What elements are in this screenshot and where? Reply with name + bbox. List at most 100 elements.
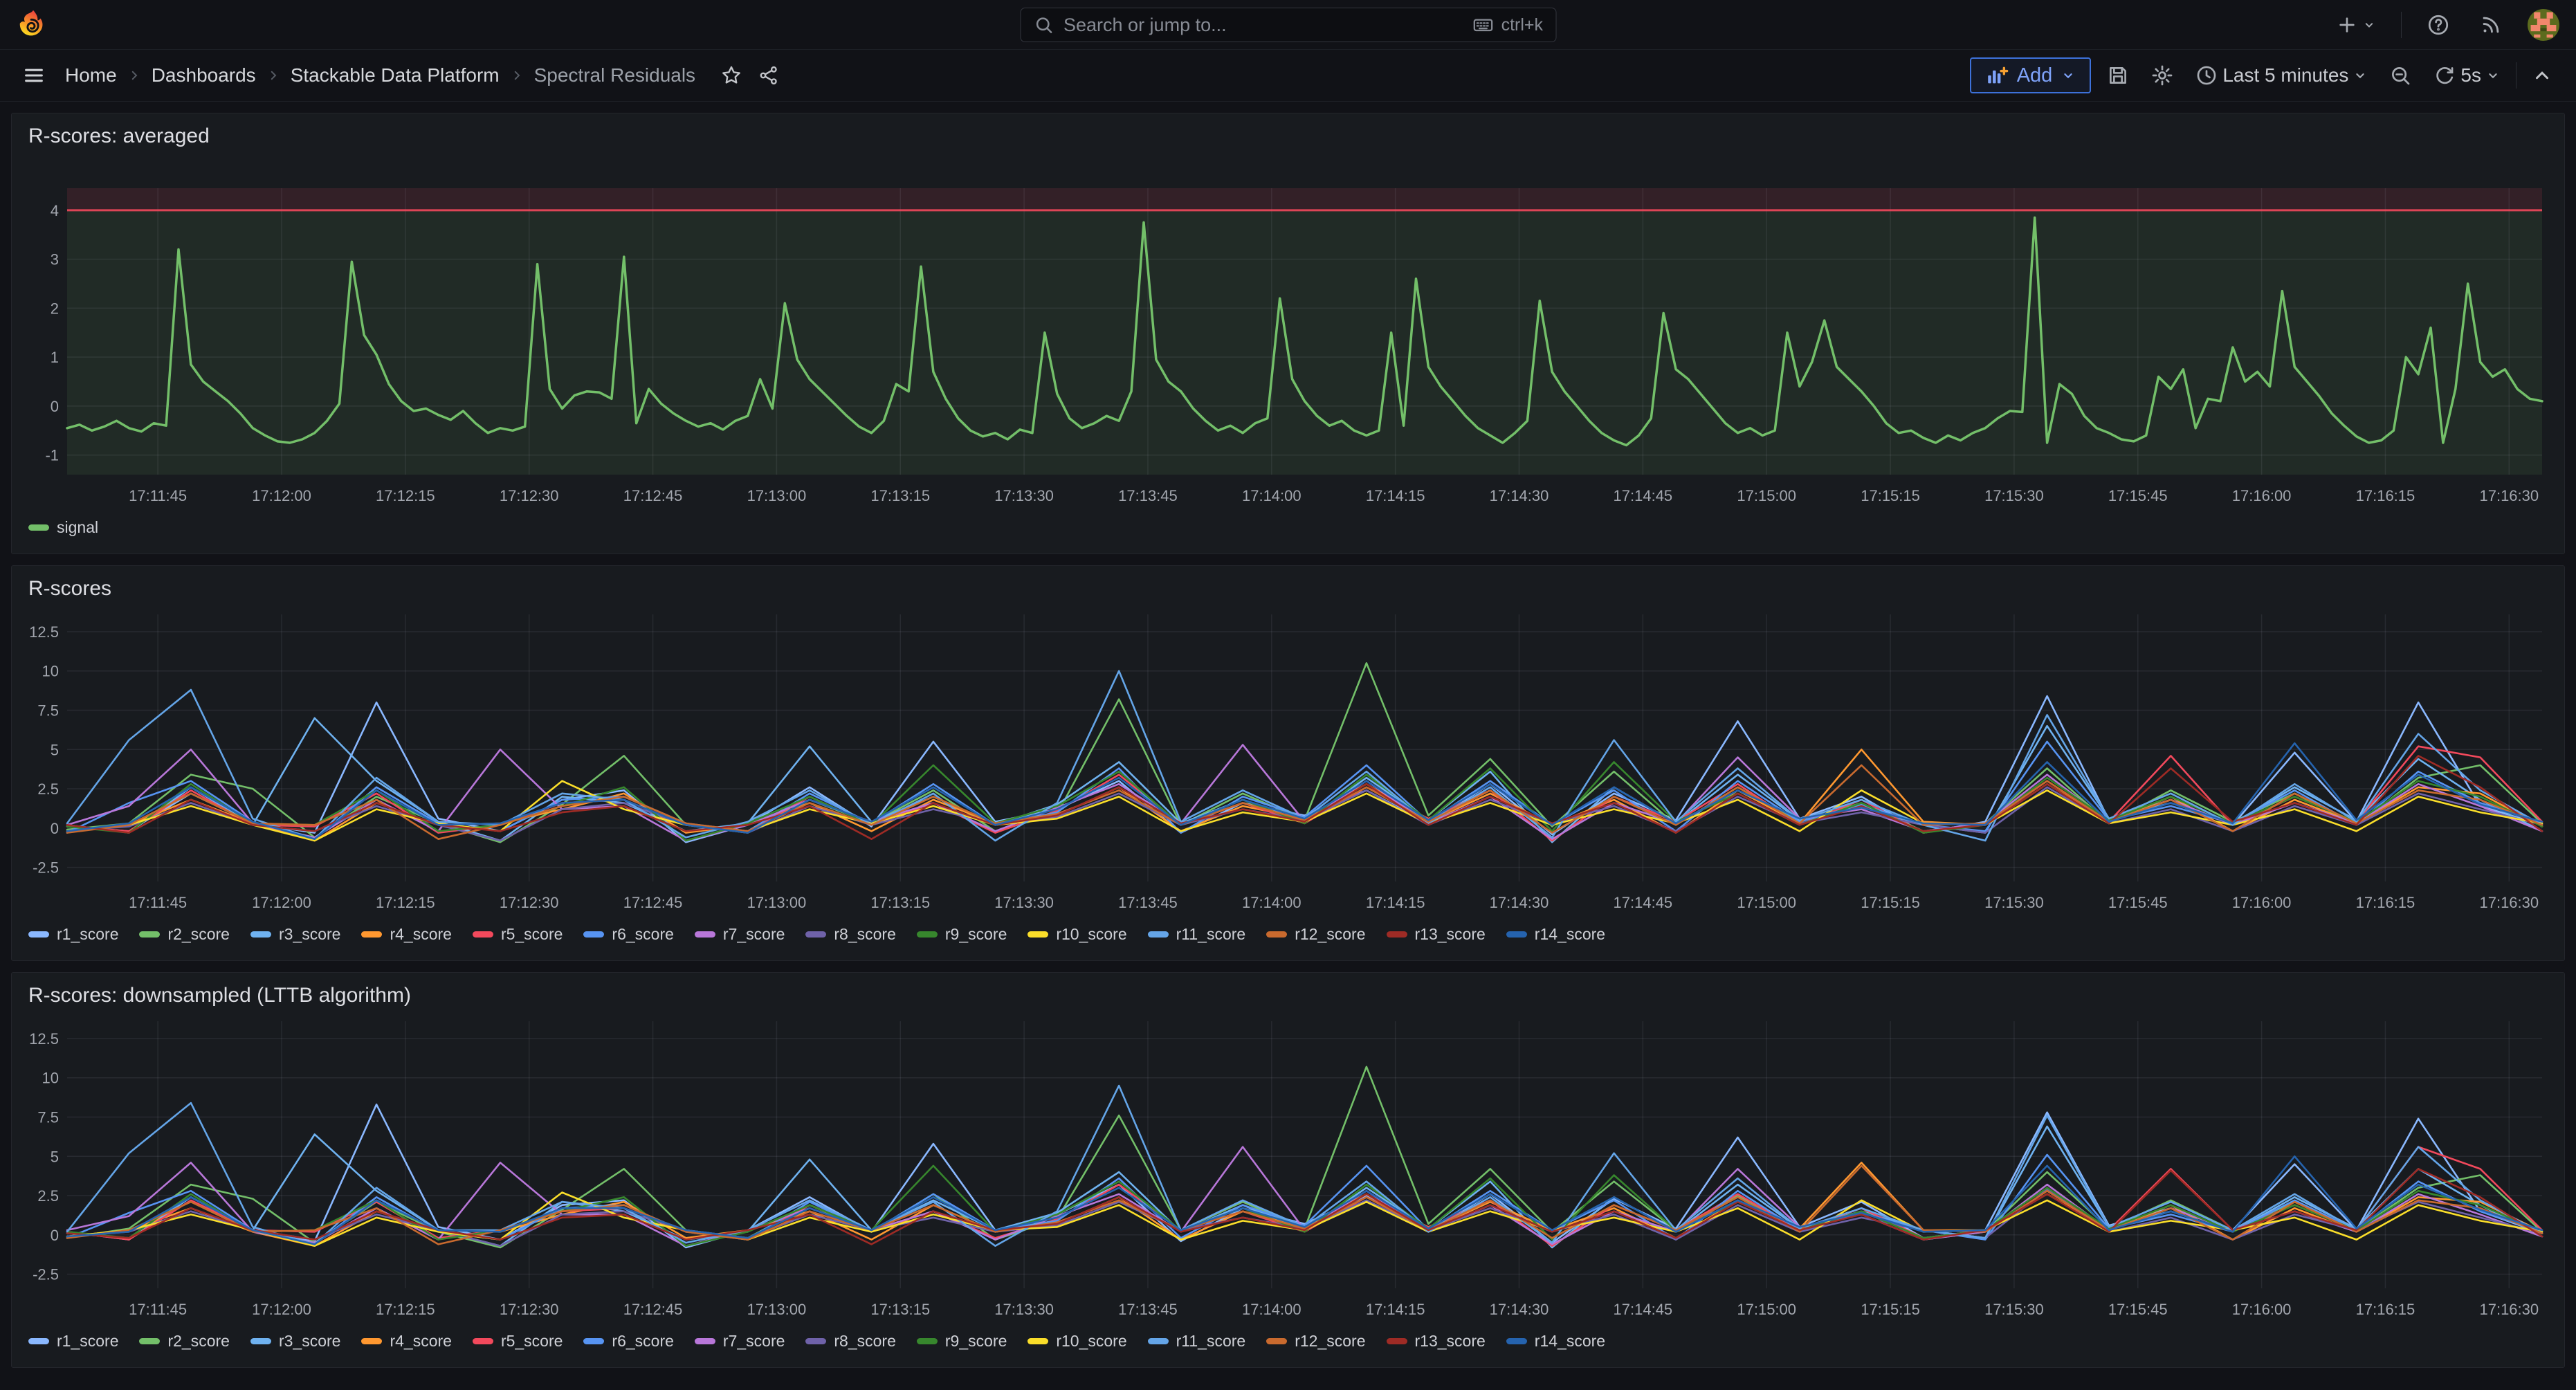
collapse-toolbar-button[interactable] [2526,60,2558,91]
svg-text:17:15:00: 17:15:00 [1737,894,1796,911]
svg-text:17:16:15: 17:16:15 [2356,1301,2415,1318]
legend-label: r5_score [501,925,563,944]
timeseries-chart-averaged[interactable]: 17:11:4517:12:0017:12:1517:12:3017:12:45… [23,152,2553,512]
svg-text:17:14:45: 17:14:45 [1614,487,1673,504]
timeseries-chart-rscores[interactable]: 17:11:4517:12:0017:12:1517:12:3017:12:45… [23,605,2553,919]
legend-item-r12_score[interactable]: r12_score [1266,925,1365,944]
svg-text:17:13:15: 17:13:15 [870,894,930,911]
legend-color-pill [583,1338,604,1344]
legend-item-r8_score[interactable]: r8_score [805,925,895,944]
svg-text:17:12:45: 17:12:45 [623,894,683,911]
breadcrumb-home[interactable]: Home [65,64,117,86]
legend-item-r11_score[interactable]: r11_score [1148,1332,1246,1351]
legend-item-r14_score[interactable]: r14_score [1506,925,1605,944]
star-icon [720,64,742,86]
share-button[interactable] [753,60,784,91]
dashboard-settings-button[interactable] [2145,58,2180,93]
grafana-logo-icon[interactable] [17,9,48,41]
legend-item-r6_score[interactable]: r6_score [583,925,673,944]
legend-item-r2_score[interactable]: r2_score [139,925,229,944]
legend-item-r9_score[interactable]: r9_score [917,1332,1007,1351]
svg-text:10: 10 [42,1070,59,1087]
help-button[interactable] [2422,9,2454,41]
panel-title[interactable]: R-scores: downsampled (LTTB algorithm) [23,984,2553,1012]
svg-text:17:16:15: 17:16:15 [2356,894,2415,911]
news-button[interactable] [2475,9,2507,41]
timeseries-chart-downsampled[interactable]: 17:11:4517:12:0017:12:1517:12:3017:12:45… [23,1012,2553,1326]
svg-text:17:13:30: 17:13:30 [994,894,1054,911]
panel-title[interactable]: R-scores [23,577,2553,605]
legend-label: r1_score [57,925,118,944]
legend-item-r7_score[interactable]: r7_score [695,1332,785,1351]
legend-item-r3_score[interactable]: r3_score [250,925,340,944]
svg-text:17:14:15: 17:14:15 [1366,894,1425,911]
time-range-picker[interactable]: Last 5 minutes [2189,58,2373,93]
topbar-right-actions [2332,9,2559,41]
mega-menu-button[interactable] [18,60,50,91]
breadcrumb: Home Dashboards Stackable Data Platform … [65,60,784,91]
legend-item-r12_score[interactable]: r12_score [1266,1332,1365,1351]
legend-color-pill [1266,931,1287,938]
svg-text:17:14:30: 17:14:30 [1490,894,1549,911]
svg-text:0: 0 [51,1227,59,1244]
profile-avatar[interactable] [2528,9,2559,41]
legend-item-r8_score[interactable]: r8_score [805,1332,895,1351]
svg-text:7.5: 7.5 [37,702,59,720]
legend-item-r10_score[interactable]: r10_score [1027,1332,1126,1351]
legend-item-r9_score[interactable]: r9_score [917,925,1007,944]
zoom-out-button[interactable] [2383,58,2418,93]
refresh-button[interactable]: 5s [2427,58,2506,93]
legend-item-r4_score[interactable]: r4_score [361,1332,451,1351]
legend-item-r10_score[interactable]: r10_score [1027,925,1126,944]
add-panel-button[interactable]: Add [1970,57,2092,93]
search-input[interactable]: Search or jump to... ctrl+k [1020,8,1556,42]
legend-item-signal[interactable]: signal [28,518,98,537]
legend-item-r1_score[interactable]: r1_score [28,1332,118,1351]
legend-item-r2_score[interactable]: r2_score [139,1332,229,1351]
svg-text:2.5: 2.5 [37,1187,59,1205]
legend-item-r11_score[interactable]: r11_score [1148,925,1246,944]
refresh-icon [2433,64,2456,87]
favorite-button[interactable] [716,60,747,91]
legend-color-pill [473,931,493,938]
svg-text:17:13:00: 17:13:00 [747,1301,807,1318]
svg-text:17:15:15: 17:15:15 [1861,894,1920,911]
search-icon [1033,15,1054,35]
legend-item-r7_score[interactable]: r7_score [695,925,785,944]
legend-item-r14_score[interactable]: r14_score [1506,1332,1605,1351]
breadcrumb-current-dashboard: Spectral Residuals [534,64,695,86]
legend-item-r13_score[interactable]: r13_score [1387,925,1486,944]
panel-title[interactable]: R-scores: averaged [23,125,2553,152]
legend-item-r5_score[interactable]: r5_score [473,925,563,944]
svg-text:0: 0 [51,398,59,415]
legend-item-r13_score[interactable]: r13_score [1387,1332,1486,1351]
new-menu-button[interactable] [2332,10,2380,40]
legend-item-r5_score[interactable]: r5_score [473,1332,563,1351]
time-range-label: Last 5 minutes [2222,64,2348,86]
legend-color-pill [139,931,160,938]
svg-text:17:16:00: 17:16:00 [2232,894,2292,911]
save-dashboard-button[interactable] [2101,58,2135,93]
legend-label: r13_score [1415,925,1486,944]
svg-text:5: 5 [51,741,59,758]
svg-text:10: 10 [42,663,59,680]
legend-color-pill [1027,931,1048,938]
legend-color-pill [473,1338,493,1344]
svg-text:17:16:30: 17:16:30 [2479,487,2539,504]
legend-item-r1_score[interactable]: r1_score [28,925,118,944]
legend-item-r4_score[interactable]: r4_score [361,925,451,944]
breadcrumb-folder[interactable]: Stackable Data Platform [291,64,500,86]
legend-item-r6_score[interactable]: r6_score [583,1332,673,1351]
svg-text:17:15:30: 17:15:30 [1984,487,2044,504]
legend-label: r2_score [167,1332,229,1351]
breadcrumb-dashboards[interactable]: Dashboards [152,64,256,86]
svg-text:17:16:00: 17:16:00 [2232,1301,2292,1318]
legend-label: r10_score [1056,925,1126,944]
chart-legend: r1_score r2_score r3_score r4_score r5_score… [23,919,2553,949]
dashboard-canvas: R-scores: averaged 17:11:4517:12:0017:12… [0,102,2576,1390]
legend-label: r5_score [501,1332,563,1351]
svg-text:0: 0 [51,820,59,837]
legend-label: r11_score [1176,925,1246,944]
legend-label: r6_score [612,1332,673,1351]
legend-item-r3_score[interactable]: r3_score [250,1332,340,1351]
